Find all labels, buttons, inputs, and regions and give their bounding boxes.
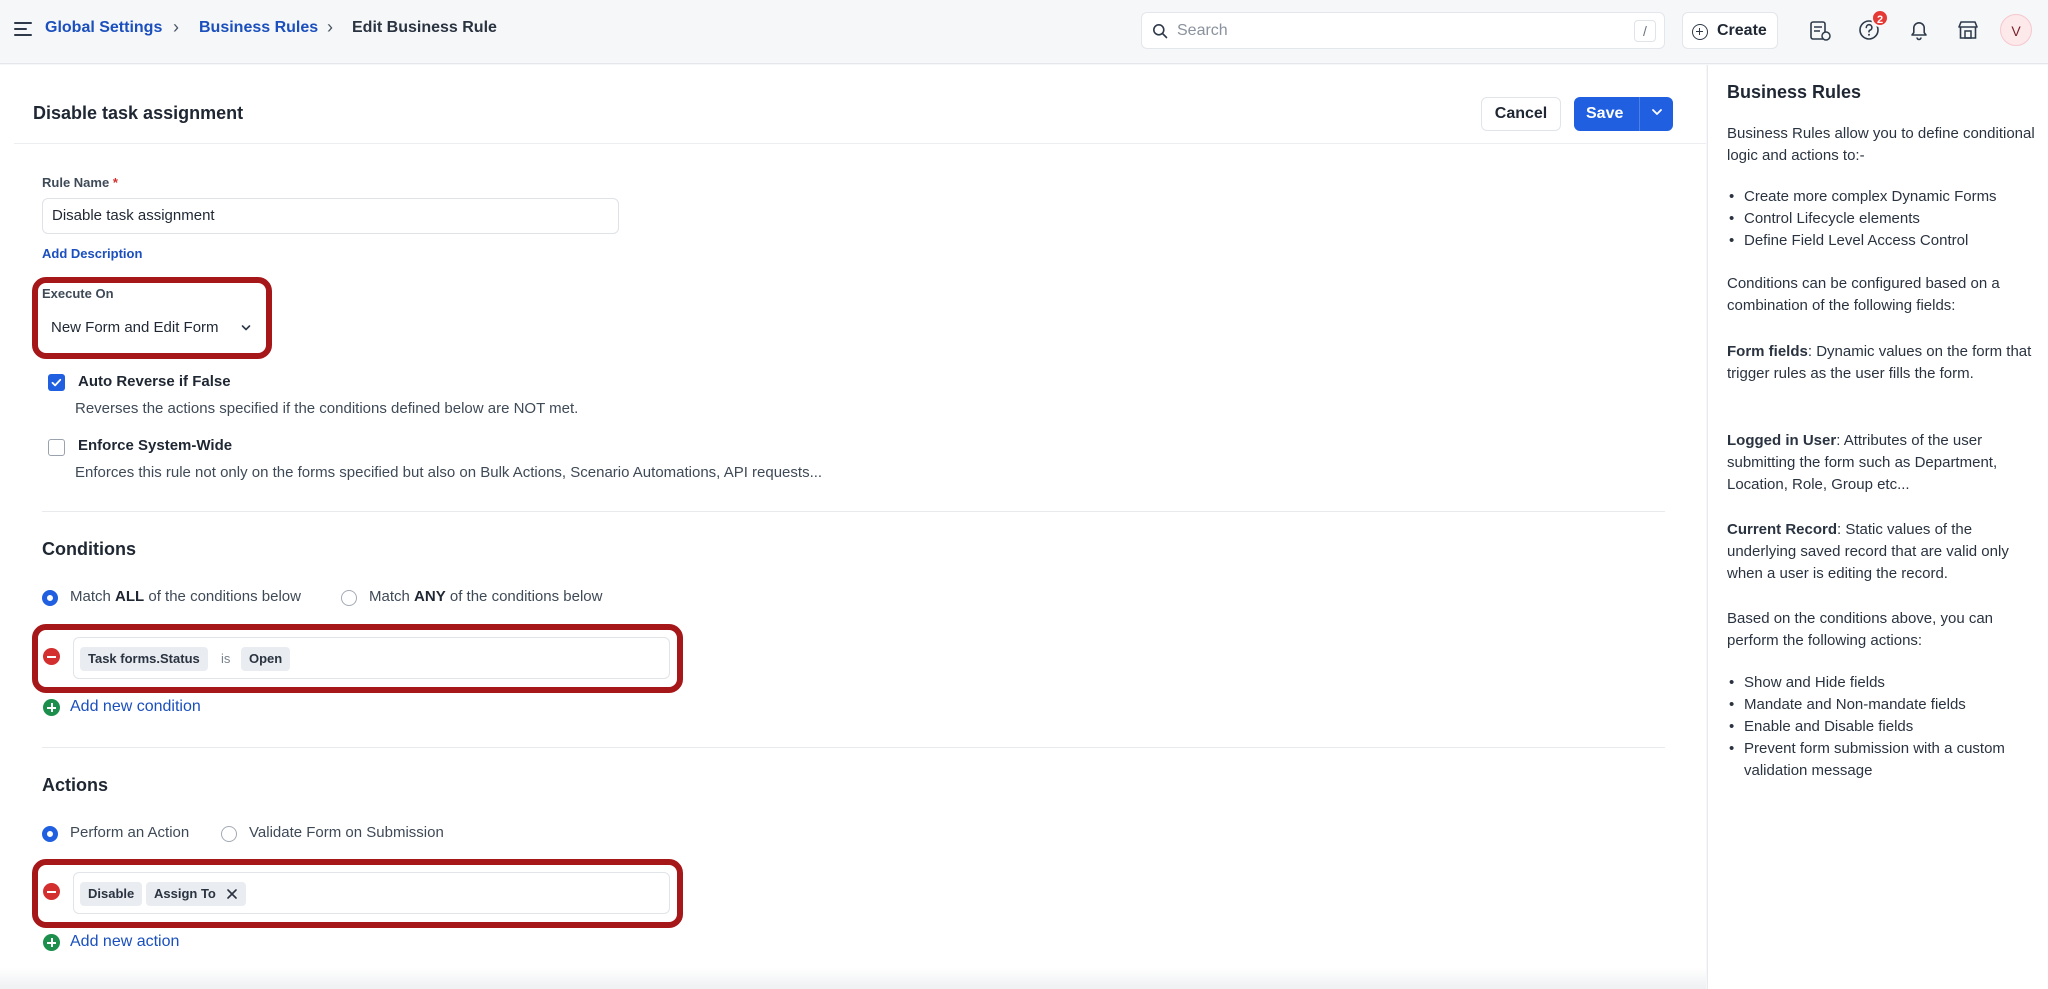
add-new-action-link[interactable]: Add new action: [70, 933, 179, 951]
condition-row[interactable]: Task forms.Status is Open: [73, 637, 670, 679]
execute-on-select[interactable]: New Form and Edit Form: [42, 310, 259, 346]
match-any-radio[interactable]: [341, 590, 357, 606]
actions-title: Actions: [42, 775, 109, 795]
condition-field-chip[interactable]: Task forms.Status: [80, 647, 208, 671]
service-catalog-icon[interactable]: [1807, 18, 1833, 44]
list-item: Enable and Disable fields: [1727, 716, 2037, 738]
breadcrumb-business-rules[interactable]: Business Rules: [199, 18, 318, 38]
store-icon[interactable]: [1955, 18, 1981, 44]
check-icon: [51, 378, 62, 387]
action-row[interactable]: Disable Assign To: [73, 872, 670, 914]
remove-condition-icon[interactable]: [43, 648, 60, 665]
help-actions-list: Show and Hide fields Mandate and Non-man…: [1727, 672, 2037, 782]
add-condition-icon[interactable]: [43, 699, 60, 716]
help-current-record: Current Record: Static values of the und…: [1727, 521, 2009, 582]
bottom-fade: [0, 968, 1706, 989]
remove-action-icon[interactable]: [43, 883, 60, 900]
add-description-link[interactable]: Add Description: [42, 246, 142, 261]
help-panel-title: Business Rules: [1727, 82, 1862, 102]
help-logged-in-user: Logged in User: Attributes of the user s…: [1727, 432, 1998, 493]
page-title: Disable task assignment: [33, 103, 244, 123]
list-item: Prevent form submission with a custom va…: [1727, 738, 2037, 782]
search-placeholder: Search: [1177, 22, 1228, 39]
section-divider: [42, 747, 1665, 748]
match-any-label[interactable]: Match ANY of the conditions below: [369, 588, 602, 605]
add-new-condition-link[interactable]: Add new condition: [70, 698, 201, 716]
auto-reverse-title: Auto Reverse if False: [78, 373, 231, 390]
create-button[interactable]: Create: [1682, 12, 1778, 49]
enforce-system-wide-title: Enforce System-Wide: [78, 437, 233, 454]
list-item: Mandate and Non-mandate fields: [1727, 694, 2037, 716]
rule-name-label: Rule Name *: [42, 175, 118, 190]
breadcrumb-separator-icon: ›: [173, 17, 179, 37]
search-input[interactable]: Search /: [1141, 12, 1665, 49]
list-item: Define Field Level Access Control: [1727, 230, 2037, 252]
help-actions-intro: Based on the conditions above, you can p…: [1727, 610, 1994, 649]
execute-on-value: New Form and Edit Form: [51, 319, 219, 336]
help-notification-badge: 2: [1871, 9, 1889, 27]
business-rule-form: Disable task assignment Cancel Save Rule…: [0, 65, 1706, 989]
save-button[interactable]: Save: [1574, 97, 1673, 131]
auto-reverse-description: Reverses the actions specified if the co…: [75, 400, 579, 417]
match-all-radio[interactable]: [42, 590, 58, 606]
condition-operator[interactable]: is: [221, 651, 230, 666]
list-item: Show and Hide fields: [1727, 672, 2037, 694]
perform-action-label[interactable]: Perform an Action: [70, 824, 189, 841]
avatar[interactable]: V: [2000, 14, 2032, 46]
add-action-icon[interactable]: [43, 934, 60, 951]
list-item: Control Lifecycle elements: [1727, 208, 2037, 230]
menu-icon[interactable]: [14, 21, 32, 37]
breadcrumb-current: Edit Business Rule: [352, 19, 497, 36]
validate-form-radio[interactable]: [221, 826, 237, 842]
chevron-down-icon[interactable]: [1649, 104, 1665, 120]
breadcrumb-global-settings[interactable]: Global Settings: [45, 18, 162, 38]
plus-circle-icon: [1692, 24, 1708, 40]
rule-name-field[interactable]: Disable task assignment: [42, 198, 619, 234]
perform-action-radio[interactable]: [42, 826, 58, 842]
rule-name-value: Disable task assignment: [52, 207, 215, 224]
close-icon[interactable]: [226, 888, 238, 900]
cancel-button[interactable]: Cancel: [1481, 97, 1561, 131]
help-uses-list: Create more complex Dynamic Forms Contro…: [1727, 186, 2037, 252]
execute-on-label: Execute On: [42, 286, 114, 301]
search-shortcut-key: /: [1634, 20, 1656, 42]
save-button-divider: [1639, 97, 1640, 131]
save-button-label: Save: [1586, 105, 1624, 122]
auto-reverse-checkbox[interactable]: [48, 374, 65, 391]
section-divider: [42, 511, 1665, 512]
match-all-label[interactable]: Match ALL of the conditions below: [70, 588, 301, 605]
search-icon: [1153, 24, 1168, 39]
conditions-title: Conditions: [42, 539, 136, 559]
enforce-system-wide-description: Enforces this rule not only on the forms…: [75, 464, 823, 481]
condition-value-chip[interactable]: Open: [241, 647, 291, 671]
action-target-chip[interactable]: Assign To: [146, 882, 246, 906]
breadcrumb-separator-icon: ›: [327, 17, 333, 37]
help-intro: Business Rules allow you to define condi…: [1727, 125, 2035, 164]
validate-form-label[interactable]: Validate Form on Submission: [249, 824, 444, 841]
action-type-chip[interactable]: Disable: [80, 882, 143, 906]
enforce-system-wide-checkbox[interactable]: [48, 439, 65, 456]
chevron-down-icon: [241, 325, 251, 331]
create-button-label: Create: [1717, 22, 1767, 39]
required-mark: *: [112, 175, 118, 190]
header-divider: [14, 143, 1706, 144]
help-panel: Business Rules Business Rules allow you …: [1707, 65, 2048, 989]
bell-icon[interactable]: [1906, 18, 1932, 44]
help-conditions-intro: Conditions can be configured based on a …: [1727, 275, 2000, 314]
help-form-fields: Form fields: Dynamic values on the form …: [1727, 343, 2032, 382]
action-target-label: Assign To: [154, 886, 216, 901]
top-bar: Global Settings › Business Rules › Edit …: [0, 0, 2048, 64]
list-item: Create more complex Dynamic Forms: [1727, 186, 2037, 208]
